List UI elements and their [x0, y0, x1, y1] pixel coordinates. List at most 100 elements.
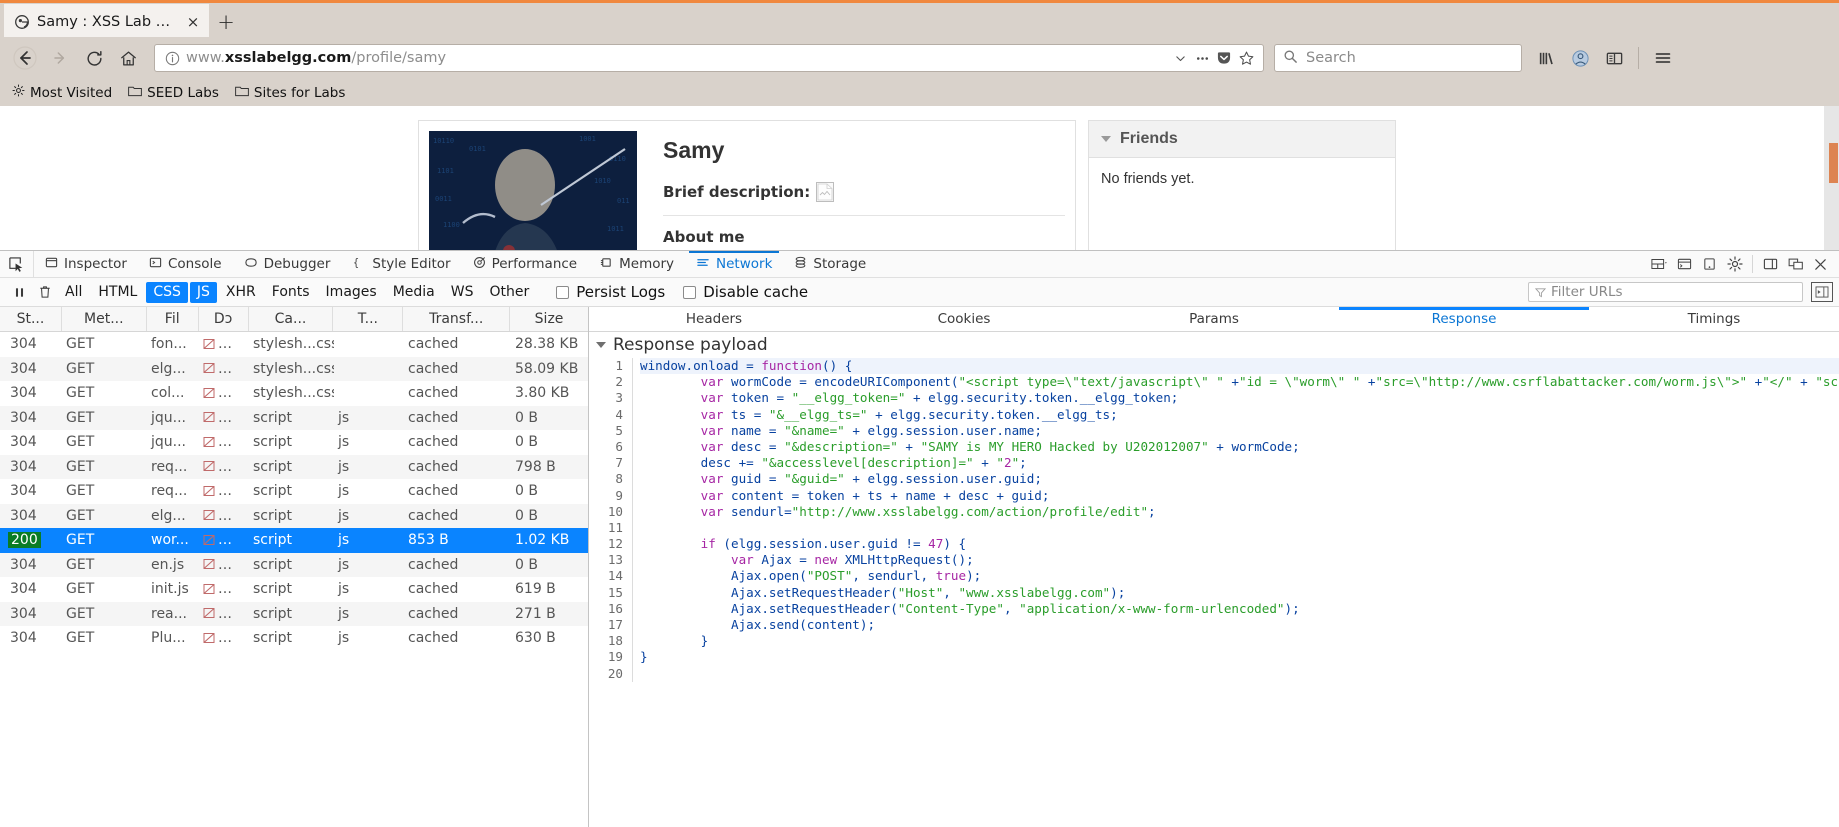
table-row[interactable]: 304 GET jqu... … script js cached 0 B — [0, 430, 588, 455]
tab-style-editor[interactable]: { } Style Editor — [341, 251, 461, 277]
table-row[interactable]: 304 GET req... … script js cached 0 B — [0, 479, 588, 504]
column-header-type[interactable]: T... — [333, 307, 404, 331]
close-icon[interactable] — [1808, 252, 1833, 276]
dock-window-icon[interactable] — [1783, 252, 1808, 276]
cell-cause: stylesh...css — [253, 385, 334, 402]
reload-button-icon[interactable] — [78, 43, 110, 73]
settings-gear-icon[interactable] — [1722, 252, 1747, 276]
responsive-design-icon[interactable] — [1697, 252, 1722, 276]
checkbox-box[interactable] — [556, 285, 570, 299]
filter-type-html[interactable]: HTML — [91, 282, 144, 303]
bookmark-sites-for-labs[interactable]: Sites for Labs — [235, 85, 345, 101]
detail-tab-params[interactable]: Params — [1089, 307, 1339, 331]
url-text[interactable]: www.xsslabelgg.com/profile/samy — [181, 50, 1169, 66]
filter-type-js[interactable]: JS — [189, 281, 217, 303]
blocked-domain-icon — [203, 411, 216, 424]
response-code-viewer[interactable]: 1 2 3 4 5 6 7 8 9 10 11 12 13 14 15 16 17 18 19 20 window.o… — [589, 358, 1839, 827]
tab-console[interactable]: Console — [138, 251, 233, 277]
filter-type-images[interactable]: Images — [319, 282, 384, 303]
identity-info-icon[interactable] — [163, 49, 181, 67]
devtools-toolbar: Inspector Console Debugger { } Style Edi… — [0, 251, 1839, 278]
bookmark-most-visited[interactable]: Most Visited — [12, 84, 112, 101]
svg-text:011: 011 — [617, 197, 630, 205]
status-badge: 304 — [10, 434, 37, 451]
column-header-size[interactable]: Size — [510, 307, 588, 331]
layout-select-icon[interactable] — [1647, 252, 1672, 276]
split-console-icon[interactable] — [1672, 252, 1697, 276]
tab-network[interactable]: Network — [685, 251, 783, 277]
filter-type-media[interactable]: Media — [386, 282, 442, 303]
devtools-panel: Inspector Console Debugger { } Style Edi… — [0, 250, 1839, 827]
triangle-down-icon[interactable] — [596, 342, 606, 348]
clear-trash-icon[interactable] — [32, 280, 58, 304]
disable-cache-checkbox[interactable]: Disable cache — [683, 283, 808, 301]
column-header-file[interactable]: Fil — [147, 307, 199, 331]
forward-button-icon[interactable] — [44, 43, 76, 73]
home-button-icon[interactable] — [112, 43, 144, 73]
filter-type-css[interactable]: CSS — [146, 281, 188, 303]
table-row[interactable]: 304 GET init.js … script js cached 619 B — [0, 577, 588, 602]
toggle-sidebar-icon[interactable] — [1811, 282, 1833, 302]
table-row[interactable]: 200 GET wor... … script js 853 B 1.02 KB — [0, 528, 588, 553]
table-row[interactable]: 304 GET rea... … script js cached 271 B — [0, 601, 588, 626]
bookmark-star-icon[interactable] — [1235, 47, 1257, 69]
filter-type-all[interactable]: All — [58, 282, 89, 303]
tab-inspector[interactable]: Inspector — [34, 251, 138, 277]
column-header-status[interactable]: St... — [0, 307, 62, 331]
filter-urls-input[interactable]: Filter URLs — [1528, 282, 1803, 302]
cell-type: js — [338, 605, 350, 622]
tab-label: Network — [716, 256, 773, 272]
friends-header[interactable]: Friends — [1089, 121, 1395, 158]
detail-tab-cookies[interactable]: Cookies — [839, 307, 1089, 331]
detail-tab-response[interactable]: Response — [1339, 307, 1589, 331]
back-button-icon[interactable] — [8, 43, 42, 73]
pocket-icon[interactable] — [1213, 47, 1235, 69]
table-row[interactable]: 304 GET col... … stylesh...css cached 3.80 KB — [0, 381, 588, 406]
triangle-down-icon[interactable] — [1101, 136, 1111, 142]
url-bar[interactable]: www.xsslabelgg.com/profile/samy — [154, 44, 1264, 72]
detail-tab-headers[interactable]: Headers — [589, 307, 839, 331]
chevron-down-icon[interactable] — [1169, 47, 1191, 69]
dock-side-icon[interactable] — [1758, 252, 1783, 276]
filter-type-fonts[interactable]: Fonts — [265, 282, 317, 303]
tab-debugger[interactable]: Debugger — [233, 251, 342, 277]
cell-cause: script — [253, 434, 293, 451]
tab-storage[interactable]: Storage — [783, 251, 877, 277]
hamburger-menu-icon[interactable] — [1647, 43, 1679, 73]
tab-memory[interactable]: Memory — [588, 251, 685, 277]
table-row[interactable]: 304 GET req... … script js cached 798 B — [0, 454, 588, 479]
tab-performance[interactable]: Performance — [462, 251, 589, 277]
library-icon[interactable] — [1530, 43, 1562, 73]
column-header-cause[interactable]: Ca... — [249, 307, 334, 331]
column-header-domain[interactable]: Dɔ — [199, 307, 249, 331]
response-payload-header[interactable]: Response payload — [589, 332, 1839, 358]
pause-icon[interactable] — [6, 280, 32, 304]
filter-type-xhr[interactable]: XHR — [219, 282, 263, 303]
table-row[interactable]: 304 GET en.js … script js cached 0 B — [0, 552, 588, 577]
element-picker-icon[interactable] — [0, 251, 34, 277]
tab-close-icon[interactable]: × — [185, 13, 201, 31]
filter-type-other[interactable]: Other — [482, 282, 536, 303]
persist-logs-checkbox[interactable]: Persist Logs — [556, 283, 665, 301]
table-row[interactable]: 304 GET jqu... … script js cached 0 B — [0, 405, 588, 430]
table-row[interactable]: 304 GET Plu... … script js cached 630 B — [0, 626, 588, 651]
code-content[interactable]: window.onload = function() { var wormCod… — [633, 358, 1839, 682]
cell-type: js — [338, 556, 350, 573]
page-actions-ellipsis-icon[interactable] — [1191, 47, 1213, 69]
checkbox-box[interactable] — [683, 285, 697, 299]
sidebar-icon[interactable] — [1598, 43, 1630, 73]
page-scrollbar-thumb[interactable] — [1829, 143, 1838, 183]
column-header-transferred[interactable]: Transf... — [403, 307, 511, 331]
new-tab-button[interactable]: + — [209, 7, 243, 37]
filter-type-ws[interactable]: WS — [444, 282, 481, 303]
table-row[interactable]: 304 GET elg... … stylesh...css cached 58.09 KB — [0, 356, 588, 381]
browser-tab[interactable]: Samy : XSS Lab Site × — [4, 4, 209, 37]
table-row[interactable]: 304 GET fon... … stylesh...css cached 28.38 KB — [0, 332, 588, 357]
bookmark-seed-labs[interactable]: SEED Labs — [128, 85, 219, 101]
line-number: 10 — [607, 503, 623, 519]
table-row[interactable]: 304 GET elg... … script js cached 0 B — [0, 503, 588, 528]
account-icon[interactable] — [1564, 43, 1596, 73]
detail-tab-timings[interactable]: Timings — [1589, 307, 1839, 331]
search-bar[interactable]: Search — [1274, 44, 1522, 72]
column-header-method[interactable]: Met... — [62, 307, 147, 331]
